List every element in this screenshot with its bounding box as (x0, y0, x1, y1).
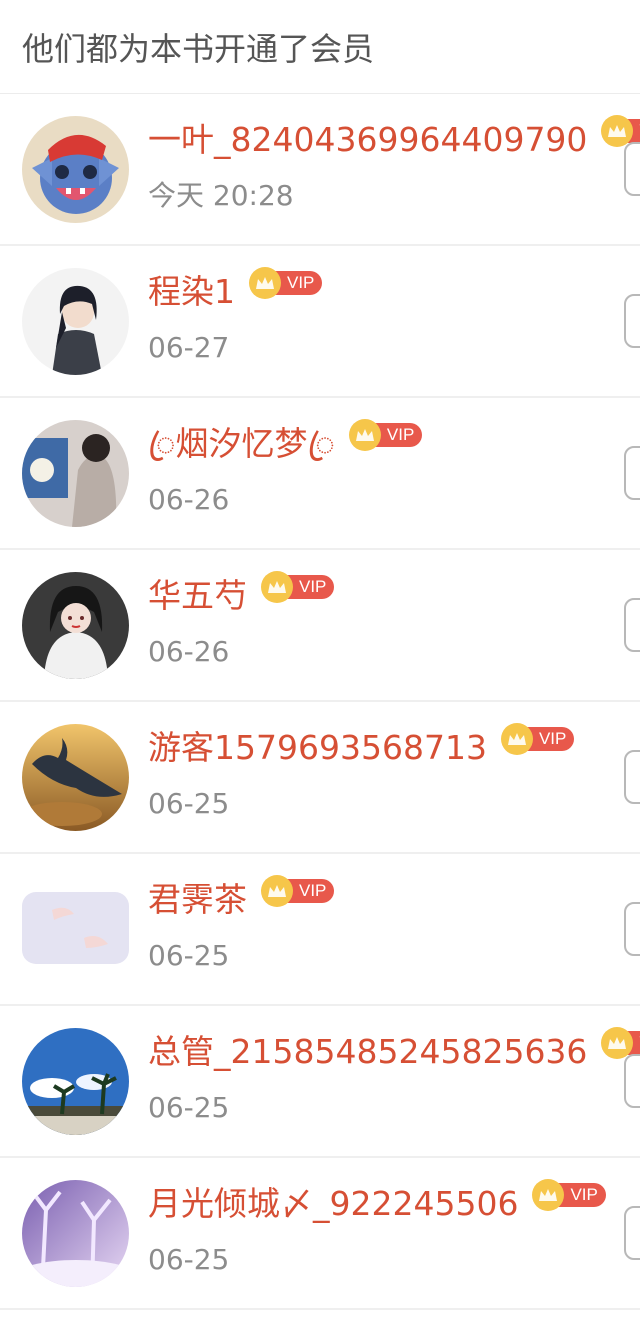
avatar[interactable] (22, 1028, 129, 1135)
vip-badge: VIP (532, 1179, 606, 1211)
vip-badge: VIP (261, 875, 335, 907)
avatar-palm-trees-image (22, 1028, 129, 1135)
avatar-whale-image (22, 724, 129, 831)
avatar[interactable] (22, 420, 129, 527)
avatar[interactable] (22, 1180, 129, 1287)
member-name[interactable]: 一叶_82404369964409790 (148, 118, 587, 162)
follow-button[interactable] (624, 1054, 640, 1108)
crown-icon (348, 419, 381, 451)
vip-badge: VIP (500, 723, 575, 755)
page-title: 他们都为本书开通了会员 (22, 29, 375, 68)
member-row[interactable]: 月光倾城〆_922245506 VIP 06-25 (0, 1158, 640, 1310)
member-time: 06-25 (148, 787, 230, 820)
member-time: 06-25 (148, 1091, 230, 1124)
member-name[interactable]: 程染1 (148, 270, 235, 314)
member-row[interactable]: ꦿ烟汐忆梦ꦿ VIP 06-26 (0, 398, 640, 550)
avatar-pastel-hands-image (22, 892, 129, 964)
member-name[interactable]: ꦿ烟汐忆梦ꦿ (148, 422, 335, 466)
member-row[interactable]: 华五芍 VIP 06-26 (0, 550, 640, 702)
member-list-page: 他们都为本书开通了会员 一叶_82404369964409790 今天 20:2… (0, 0, 640, 1321)
member-time: 06-27 (148, 331, 230, 364)
follow-button[interactable] (624, 1206, 640, 1260)
member-name[interactable]: 月光倾城〆_922245506 (148, 1182, 518, 1226)
crown-icon (261, 571, 293, 603)
avatar-cartoon-image (22, 116, 129, 223)
member-name[interactable]: 游客1579693568713 (148, 726, 487, 770)
avatar[interactable] (22, 892, 129, 964)
member-name[interactable]: 君霁茶 (148, 878, 247, 922)
member-row[interactable]: 一叶_82404369964409790 VIP 今天 20:28 (0, 94, 640, 246)
crown-icon (500, 723, 533, 755)
follow-button[interactable] (624, 750, 640, 804)
member-time: 06-26 (148, 483, 230, 516)
avatar[interactable] (22, 572, 129, 679)
vip-badge: VIP (348, 419, 423, 451)
member-row[interactable]: 游客1579693568713 VIP 06-25 (0, 702, 640, 854)
vip-badge: VIP (261, 571, 335, 603)
follow-button[interactable] (624, 142, 640, 196)
crown-icon (261, 875, 293, 907)
avatar-snowy-forest-image (22, 1180, 129, 1287)
member-time: 06-25 (148, 1243, 230, 1276)
avatar-photo-image (22, 420, 129, 527)
avatar-anime-girl-image (22, 572, 129, 679)
avatar[interactable] (22, 724, 129, 831)
follow-button[interactable] (624, 902, 640, 956)
member-time: 06-25 (148, 939, 230, 972)
crown-icon (249, 267, 281, 299)
follow-button[interactable] (624, 446, 640, 500)
avatar[interactable] (22, 268, 129, 375)
vip-badge: VIP (249, 267, 323, 299)
member-row[interactable]: 君霁茶 VIP 06-25 (0, 854, 640, 1006)
member-row[interactable]: 总管_21585485245825636 VIP 06-25 (0, 1006, 640, 1158)
member-time: 06-26 (148, 635, 230, 668)
page-header: 他们都为本书开通了会员 (0, 0, 640, 94)
member-time: 今天 20:28 (148, 179, 294, 212)
member-row[interactable]: 程染1 VIP 06-27 (0, 246, 640, 398)
follow-button[interactable] (624, 294, 640, 348)
member-name[interactable]: 华五芍 (148, 574, 247, 618)
member-list: 一叶_82404369964409790 VIP 今天 20:28 (0, 94, 640, 1310)
avatar[interactable] (22, 116, 129, 223)
follow-button[interactable] (624, 598, 640, 652)
avatar-anime-man-image (22, 268, 129, 375)
member-name[interactable]: 总管_21585485245825636 (148, 1030, 587, 1074)
